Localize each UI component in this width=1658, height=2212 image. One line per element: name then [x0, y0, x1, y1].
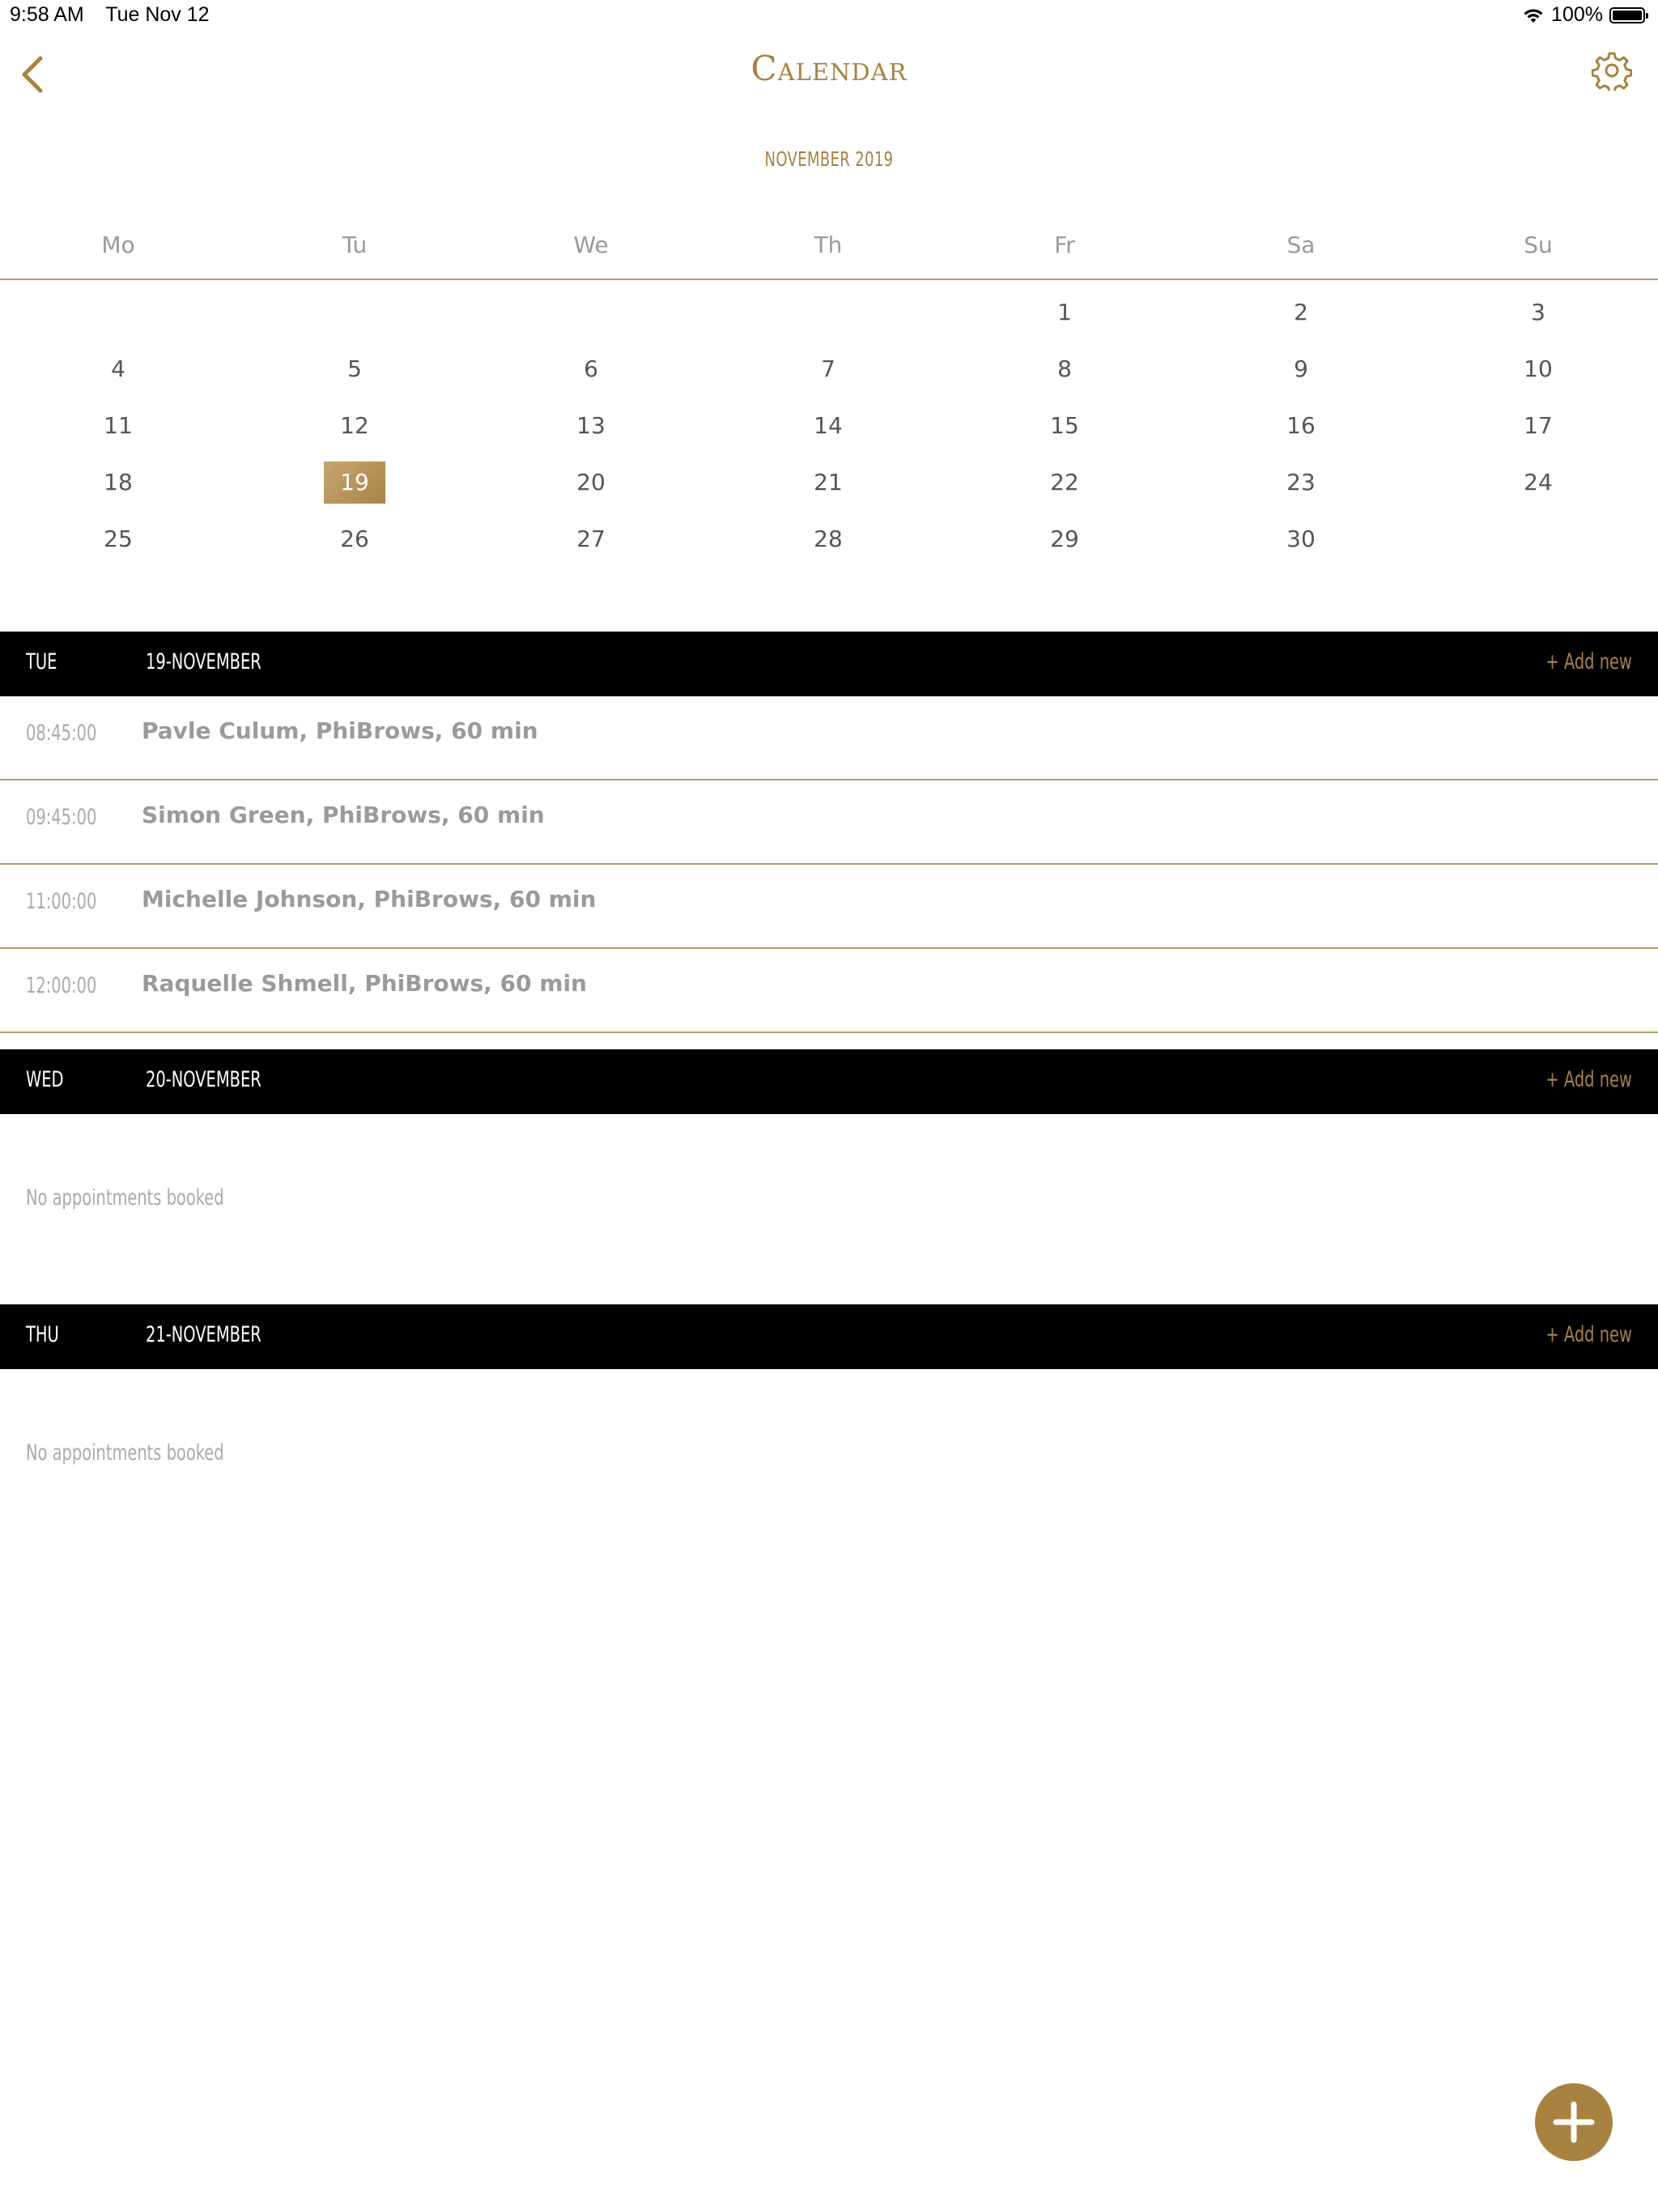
calendar-grid: 1 2 3 4 5 6 7 8 9 10 11 12 13 14 15 16 17 18 19 20 21 22 23 24 2… [0, 291, 1658, 583]
row-divider [0, 1032, 1658, 1033]
section-weekday: THU [26, 1322, 59, 1347]
calendar-day[interactable]: 17 [1507, 405, 1569, 447]
appointment-time: 11:00:00 [26, 889, 97, 914]
day-section-header: WED 20-NOVEMBER + Add new [0, 1049, 1658, 1114]
appointment-row[interactable]: 12:00:00 Raquelle Shmell, PhiBrows, 60 mi… [0, 949, 1658, 1033]
calendar-day[interactable]: 23 [1270, 462, 1332, 504]
settings-button[interactable] [1591, 50, 1633, 94]
appointment-time: 08:45:00 [26, 721, 97, 746]
add-new-link[interactable]: + Add new [1546, 649, 1632, 674]
calendar-day[interactable]: 29 [1034, 518, 1095, 560]
add-new-link[interactable]: + Add new [1546, 1067, 1632, 1092]
status-bar: 9:58 AM Tue Nov 12 100% [0, 0, 1658, 32]
calendar-day[interactable]: 30 [1270, 518, 1332, 560]
calendar-day[interactable]: 11 [87, 405, 149, 447]
month-label: NOVEMBER 2019 [764, 147, 894, 171]
gear-icon [1591, 52, 1633, 94]
plus-icon [1553, 2101, 1595, 2143]
weekday-label: Mo [101, 232, 135, 258]
calendar-day[interactable]: 1 [1034, 291, 1095, 334]
appointment-time: 12:00:00 [26, 973, 97, 998]
appointment-details: Simon Green, PhiBrows, 60 min [142, 802, 545, 828]
weekday-label: Sa [1286, 232, 1316, 258]
calendar-day[interactable]: 27 [560, 518, 622, 560]
wifi-icon [1524, 8, 1543, 23]
add-appointment-fab[interactable] [1535, 2083, 1613, 2161]
calendar-day[interactable]: 24 [1507, 462, 1569, 504]
calendar-day[interactable]: 15 [1034, 405, 1095, 447]
calendar-day[interactable]: 18 [87, 462, 149, 504]
weekday-label: Tu [342, 232, 368, 258]
add-new-link[interactable]: + Add new [1546, 1322, 1632, 1347]
weekday-header: Mo Tu We Th Fr Sa Su [0, 228, 1658, 277]
section-date: 20-NOVEMBER [146, 1067, 261, 1092]
appointment-row[interactable]: 11:00:00 Michelle Johnson, PhiBrows, 60 m… [0, 865, 1658, 949]
section-date: 19-NOVEMBER [146, 649, 261, 674]
calendar-day[interactable]: 3 [1507, 291, 1569, 334]
calendar-day[interactable]: 22 [1034, 462, 1095, 504]
calendar-day[interactable]: 2 [1270, 291, 1332, 334]
calendar-day[interactable]: 9 [1270, 348, 1332, 390]
section-weekday: WED [26, 1067, 64, 1092]
weekday-label: Th [814, 232, 843, 258]
calendar-day[interactable]: 21 [797, 462, 859, 504]
calendar-divider [0, 279, 1658, 280]
calendar-day[interactable]: 14 [797, 405, 859, 447]
day-section-header: THU 21-NOVEMBER + Add new [0, 1304, 1658, 1369]
appointment-row[interactable]: 09:45:00 Simon Green, PhiBrows, 60 min [0, 781, 1658, 865]
battery-percent: 100% [1551, 3, 1603, 26]
calendar-day[interactable]: 4 [87, 348, 149, 390]
appointment-details: Michelle Johnson, PhiBrows, 60 min [142, 886, 597, 912]
page-title: Calendar [750, 49, 908, 88]
calendar-day[interactable]: 25 [87, 518, 149, 560]
weekday-label: Su [1524, 232, 1553, 258]
calendar-day[interactable]: 7 [797, 348, 859, 390]
calendar-day[interactable]: 13 [560, 405, 622, 447]
status-date: Tue Nov 12 [105, 3, 210, 26]
calendar-day[interactable]: 26 [324, 518, 385, 560]
status-time: 9:58 AM [10, 3, 84, 26]
status-left: 9:58 AM Tue Nov 12 [10, 3, 226, 27]
battery-icon [1609, 6, 1648, 23]
calendar-day[interactable]: 16 [1270, 405, 1332, 447]
status-right: 100% [1522, 3, 1648, 27]
appointment-row[interactable]: 08:45:00 Pavle Culum, PhiBrows, 60 min [0, 696, 1658, 781]
section-weekday: TUE [26, 649, 57, 674]
calendar-day[interactable]: 6 [560, 348, 622, 390]
calendar-day[interactable]: 20 [560, 462, 622, 504]
nav-bar: Calendar [0, 32, 1658, 113]
no-appointments-text: No appointments booked [26, 1440, 224, 1465]
calendar-day[interactable]: 10 [1507, 348, 1569, 390]
appointment-details: Pavle Culum, PhiBrows, 60 min [142, 717, 538, 744]
calendar-day[interactable]: 5 [324, 348, 385, 390]
calendar-day[interactable]: 8 [1034, 348, 1095, 390]
calendar-day[interactable]: 28 [797, 518, 859, 560]
calendar-day[interactable]: 12 [324, 405, 385, 447]
appointment-details: Raquelle Shmell, PhiBrows, 60 min [142, 970, 587, 997]
no-appointments-text: No appointments booked [26, 1185, 224, 1210]
appointment-time: 09:45:00 [26, 805, 97, 830]
day-section-header: TUE 19-NOVEMBER + Add new [0, 632, 1658, 696]
weekday-label: Fr [1054, 232, 1075, 258]
weekday-label: We [573, 232, 609, 258]
section-date: 21-NOVEMBER [146, 1322, 261, 1347]
calendar-day-selected[interactable]: 19 [324, 462, 385, 504]
